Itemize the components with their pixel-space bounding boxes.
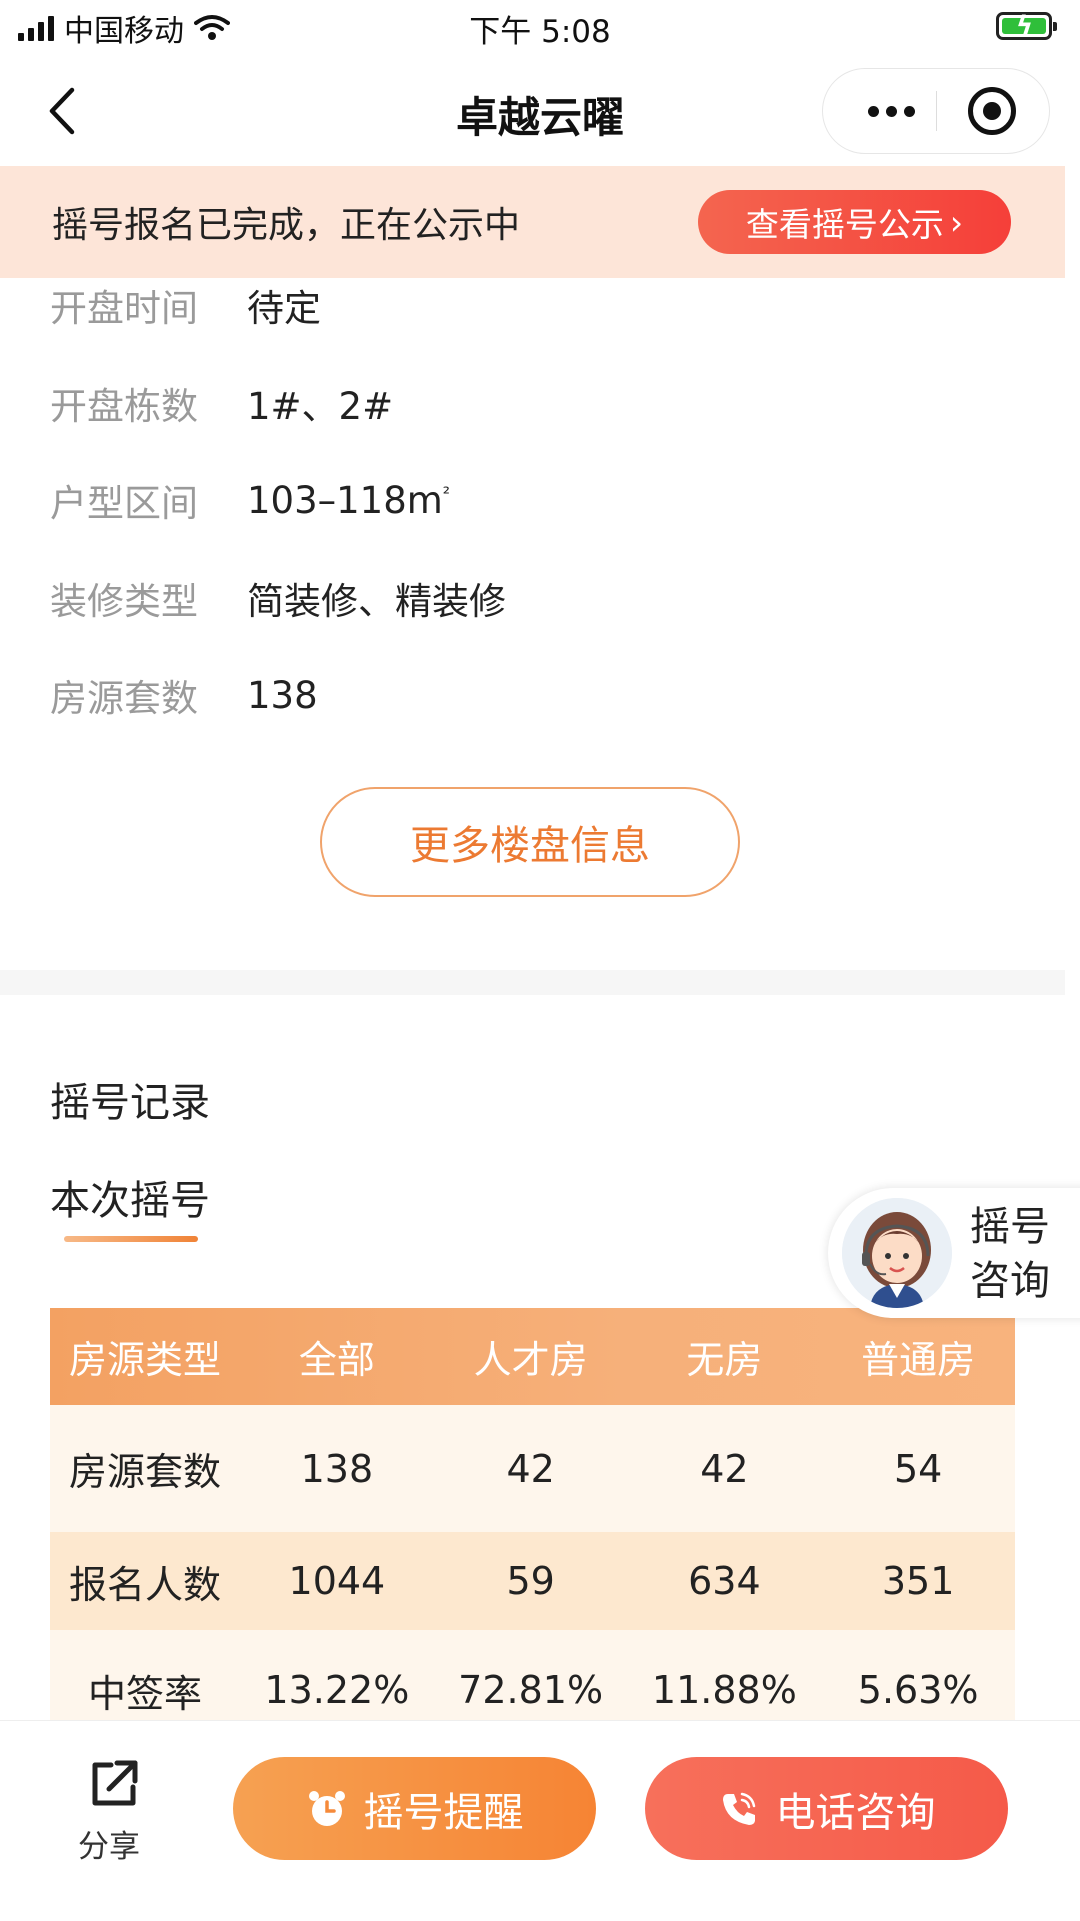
lottery-record-title: 摇号记录: [50, 1080, 210, 1126]
lottery-consult-float-button[interactable]: 摇号 咨询: [828, 1188, 1080, 1318]
area-unit-sup: ²: [442, 483, 451, 505]
table-header-cell: 无房: [686, 1338, 763, 1382]
info-value: 简装修、精装修: [247, 580, 506, 623]
customer-service-avatar: [842, 1198, 952, 1308]
share-icon[interactable]: [87, 1757, 141, 1811]
table-cell: 59: [506, 1559, 555, 1603]
phone-consult-button[interactable]: 电话咨询: [645, 1757, 1008, 1860]
notice-button-label: 查看摇号公示: [745, 205, 944, 244]
reminder-label: 摇号提醒: [363, 1789, 524, 1836]
table-header-cell: 普通房: [861, 1338, 976, 1382]
table-cell: 5.63%: [857, 1668, 979, 1712]
table-cell: 42: [506, 1446, 555, 1491]
tab-current-lottery[interactable]: 本次摇号: [50, 1168, 210, 1226]
lottery-stats-table: 房源类型 全部 人才房 无房 普通房 房源套数 138 42 42 54 报名人…: [50, 1308, 1015, 1750]
area-range: 103–118m: [247, 478, 443, 522]
table-cell: 报名人数: [68, 1562, 221, 1607]
more-dots-icon[interactable]: [851, 69, 931, 153]
navigation-bar: 卓越云曜: [0, 56, 1080, 166]
info-label: 开盘栋数: [50, 385, 198, 428]
table-cell: 634: [688, 1559, 761, 1603]
table-cell: 房源套数: [68, 1450, 221, 1494]
info-row-decoration: 装修类型 简装修、精装修: [50, 568, 506, 628]
table-header-cell: 人才房: [473, 1338, 588, 1382]
info-row-units: 房源套数 138: [50, 665, 318, 725]
info-label: 户型区间: [50, 482, 198, 525]
info-row-buildings: 开盘栋数 1#、2#: [50, 373, 393, 433]
table-cell: 351: [881, 1559, 955, 1603]
alarm-clock-icon: [308, 1790, 345, 1826]
view-lottery-publicity-button[interactable]: 查看摇号公示 ›: [698, 190, 1011, 254]
table-row: 房源套数 138 42 42 54: [50, 1405, 1015, 1532]
more-property-info-button[interactable]: 更多楼盘信息: [320, 787, 740, 897]
mini-program-capsule: [822, 68, 1050, 154]
phone-consult-label: 电话咨询: [775, 1789, 936, 1836]
table-header-row: 房源类型 全部 人才房 无房 普通房: [50, 1308, 1015, 1405]
table-row: 报名人数 1044 59 634 351: [50, 1532, 1015, 1630]
consult-line-2: 咨询: [970, 1258, 1050, 1304]
battery-icon: ϟ: [996, 11, 1057, 41]
info-label: 开盘时间: [50, 287, 198, 330]
tab-active-indicator: [64, 1236, 198, 1242]
info-value: 138: [247, 673, 318, 717]
table-header-cell: 房源类型: [68, 1338, 221, 1382]
status-time: 下午 5:08: [469, 14, 611, 50]
lottery-notice-banner: 摇号报名已完成，正在公示中 查看摇号公示 ›: [0, 166, 1065, 278]
notice-text: 摇号报名已完成，正在公示中: [52, 205, 521, 246]
info-label: 装修类型: [50, 580, 198, 623]
table-header-cell: 全部: [298, 1338, 375, 1382]
info-value: 1#、2#: [247, 385, 394, 428]
share-label[interactable]: 分享: [78, 1821, 140, 1866]
info-row-unit-area: 户型区间 103–118m²: [50, 470, 450, 530]
table-cell: 138: [300, 1446, 374, 1491]
bottom-action-bar: 分享 摇号提醒 电话咨询: [0, 1720, 1080, 1921]
info-row-open-time: 开盘时间 待定: [50, 275, 321, 335]
table-cell: 1044: [288, 1559, 386, 1603]
info-value: 待定: [247, 287, 321, 330]
chevron-right-icon: ›: [949, 202, 964, 242]
phone-icon: [722, 1792, 755, 1825]
table-cell: 中签率: [87, 1671, 202, 1716]
table-cell: 11.88%: [651, 1668, 797, 1712]
table-cell: 54: [893, 1446, 943, 1491]
table-cell: 42: [700, 1446, 749, 1491]
consult-label: 摇号 咨询: [970, 1200, 1060, 1308]
info-label: 房源套数: [50, 677, 198, 720]
info-value: 103–118m²: [247, 479, 450, 522]
consult-line-1: 摇号: [970, 1204, 1050, 1250]
capsule-divider: [936, 91, 937, 131]
lottery-reminder-button[interactable]: 摇号提醒: [233, 1757, 596, 1860]
target-close-icon[interactable]: [968, 87, 1016, 135]
table-cell: 72.81%: [458, 1668, 604, 1712]
agent-avatar-icon: [842, 1198, 952, 1308]
table-cell: 13.22%: [264, 1668, 410, 1712]
status-bar: 中国移动 下午 5:08 ϟ: [0, 0, 1080, 56]
section-divider: [0, 970, 1065, 995]
